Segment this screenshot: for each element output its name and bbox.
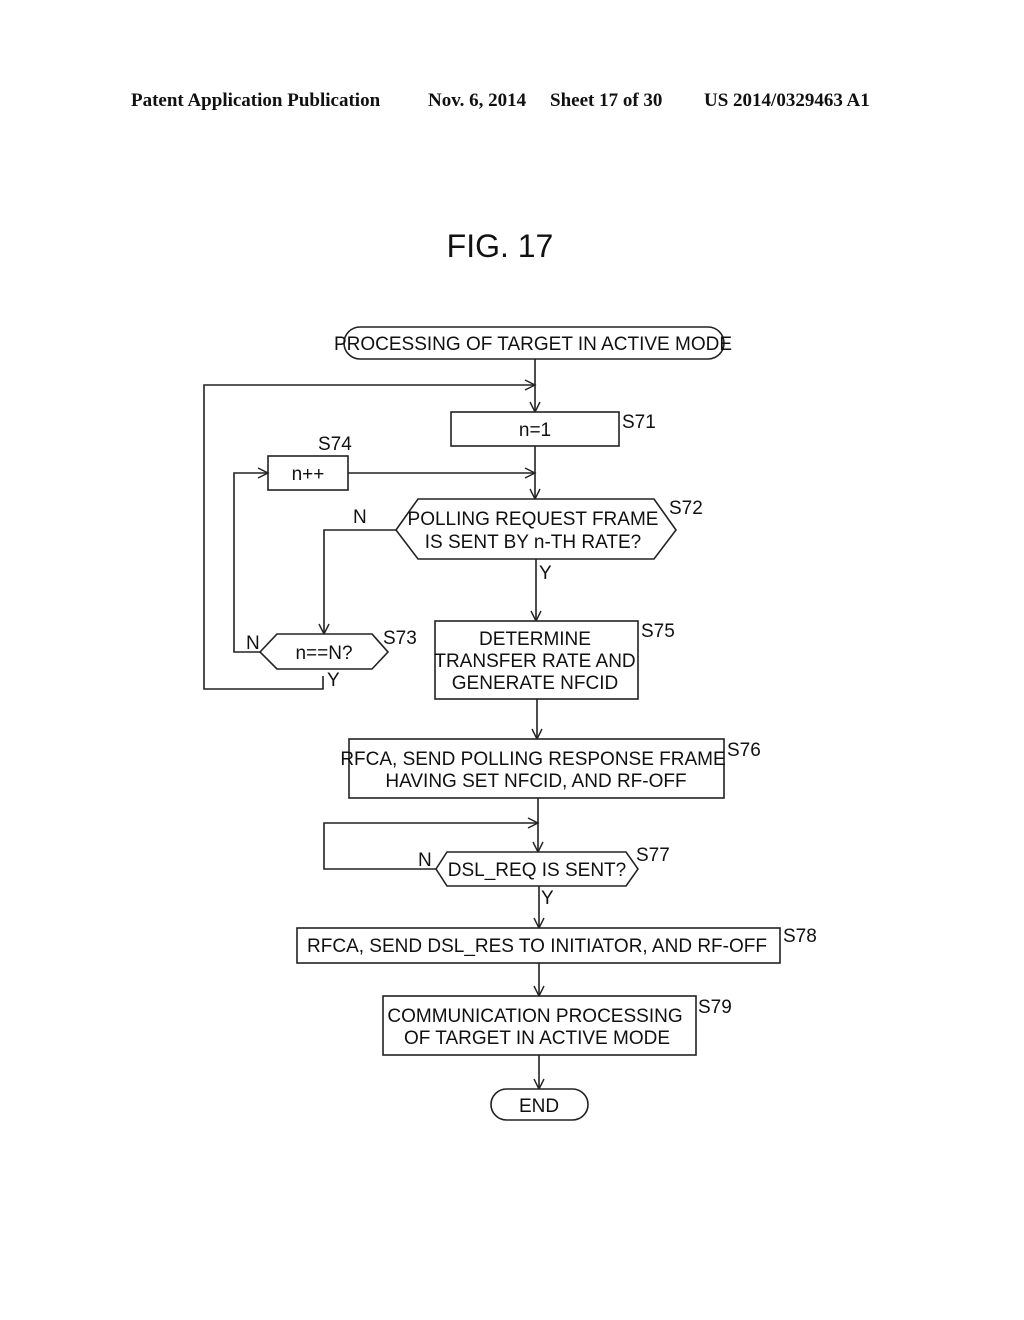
branch-no-label: N [418,850,432,871]
step-s79-text-line1: COMMUNICATION PROCESSING [387,1006,682,1027]
step-s72-label: S72 [669,498,703,519]
step-s75-text-line1: DETERMINE [479,629,591,650]
step-s72-text-line1: POLLING REQUEST FRAME [408,509,659,530]
step-s76-text-line1: RFCA, SEND POLLING RESPONSE FRAME [340,749,725,770]
end-text: END [519,1096,559,1117]
step-s78-label: S78 [783,926,817,947]
step-s75-text-line2: TRANSFER RATE AND [434,651,635,672]
step-s77-text: DSL_REQ IS SENT? [448,860,626,881]
start-text: PROCESSING OF TARGET IN ACTIVE MODE [334,334,732,355]
branch-yes-label: Y [541,888,554,909]
branch-no-label: N [246,633,260,654]
branch-yes-label: Y [539,563,552,584]
branch-no-label: N [353,507,367,528]
step-s74-label: S74 [318,434,352,455]
step-s73-label: S73 [383,628,417,649]
step-s76-label: S76 [727,740,761,761]
step-s73-text: n==N? [295,643,352,664]
step-s71-label: S71 [622,412,656,433]
step-s76-text-line2: HAVING SET NFCID, AND RF-OFF [385,771,686,792]
connector [323,529,396,634]
connector [233,472,268,653]
step-s72-text-line2: IS SENT BY n-TH RATE? [425,532,641,553]
step-s74-text: n++ [292,464,325,485]
step-s79-label: S79 [698,997,732,1018]
branch-yes-label: Y [327,670,340,691]
step-s78-text: RFCA, SEND DSL_RES TO INITIATOR, AND RF-… [307,936,767,957]
step-s75-label: S75 [641,621,675,642]
step-s79-text-line2: OF TARGET IN ACTIVE MODE [404,1028,670,1049]
step-s75-text-line3: GENERATE NFCID [452,673,618,694]
flowchart: PROCESSING OF TARGET IN ACTIVE MODE n=1 … [203,326,817,1121]
step-s71-text: n=1 [519,420,551,441]
step-s77-label: S77 [636,845,670,866]
